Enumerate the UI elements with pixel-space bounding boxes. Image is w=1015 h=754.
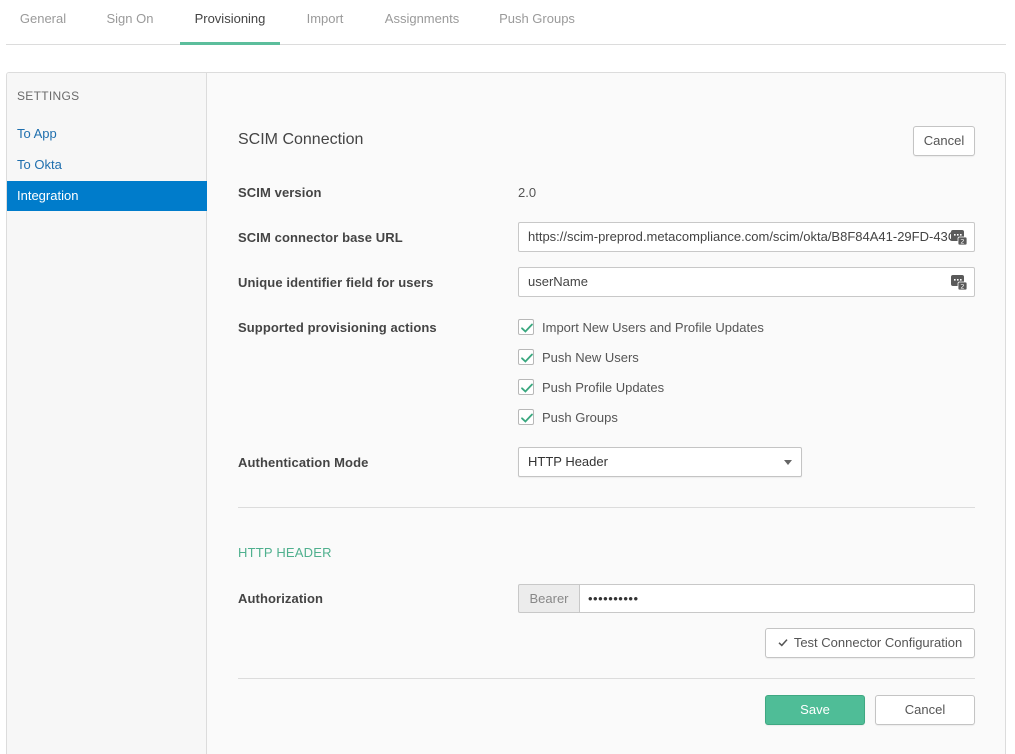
tab-push-groups[interactable]: Push Groups [490, 0, 584, 45]
checkbox[interactable] [518, 349, 534, 365]
checkbox-label: Push Profile Updates [542, 380, 665, 395]
settings-sidebar: SETTINGS To App To Okta Integration [7, 73, 207, 754]
chevron-down-icon [784, 460, 792, 465]
sidebar-item-to-okta[interactable]: To Okta [7, 150, 207, 180]
check-icon [521, 413, 533, 423]
unique-id-label: Unique identifier field for users [238, 275, 434, 290]
sidebar-item-integration[interactable]: Integration [7, 181, 207, 211]
check-icon [521, 323, 533, 333]
sidebar-item-to-app[interactable]: To App [7, 119, 207, 149]
section-title: SCIM Connection [238, 131, 364, 148]
keyboard-icon[interactable]: 2 [951, 229, 967, 245]
unique-id-value: userName [528, 274, 588, 289]
test-connector-button[interactable]: Test Connector Configuration [765, 628, 975, 658]
svg-text:2: 2 [960, 238, 964, 245]
base-url-field[interactable]: https://scim-preprod.metacompliance.com/… [518, 222, 975, 252]
http-header-heading: HTTP HEADER [238, 545, 332, 560]
unique-id-field[interactable]: userName 2 [518, 267, 975, 297]
divider [238, 678, 975, 679]
svg-text:2: 2 [960, 283, 964, 290]
provisioning-actions-label: Supported provisioning actions [238, 320, 437, 335]
test-connector-label: Test Connector Configuration [793, 635, 963, 650]
scim-version-value: 2.0 [518, 185, 537, 200]
cancel-top-button[interactable]: Cancel [913, 126, 975, 156]
authorization-label: Authorization [238, 591, 324, 606]
checkbox[interactable] [518, 409, 534, 425]
base-url-value: https://scim-preprod.metacompliance.com/… [528, 229, 965, 244]
tab-assignments[interactable]: Assignments [376, 0, 468, 45]
tab-general[interactable]: General [6, 0, 80, 45]
divider [238, 507, 975, 508]
scim-version-label: SCIM version [238, 185, 322, 200]
sidebar-heading: SETTINGS [17, 89, 80, 103]
auth-mode-label: Authentication Mode [238, 455, 369, 470]
auth-mode-value: HTTP Header [528, 454, 608, 469]
tab-import[interactable]: Import [296, 0, 354, 45]
save-button[interactable]: Save [765, 695, 865, 725]
keyboard-icon[interactable]: 2 [951, 274, 967, 290]
checkbox[interactable] [518, 319, 534, 335]
tab-bar: General Sign On Provisioning Import Assi… [6, 0, 1006, 45]
integration-content: SCIM Connection Cancel SCIM version 2.0 … [208, 73, 1005, 754]
base-url-label: SCIM connector base URL [238, 230, 403, 245]
check-icon [521, 383, 533, 393]
tab-sign-on[interactable]: Sign On [94, 0, 166, 45]
tab-provisioning[interactable]: Provisioning [180, 0, 280, 45]
checkbox[interactable] [518, 379, 534, 395]
checkbox-label: Push Groups [542, 410, 618, 425]
checkbox-label: Push New Users [542, 350, 639, 365]
provisioning-panel: SETTINGS To App To Okta Integration SCIM… [6, 72, 1006, 754]
authorization-token-field[interactable]: •••••••••• [579, 584, 975, 613]
bearer-prefix: Bearer [518, 584, 579, 613]
checkbox-label: Import New Users and Profile Updates [542, 320, 764, 335]
auth-mode-select[interactable]: HTTP Header [518, 447, 802, 477]
check-icon [778, 639, 788, 647]
cancel-button[interactable]: Cancel [875, 695, 975, 725]
check-icon [521, 353, 533, 363]
